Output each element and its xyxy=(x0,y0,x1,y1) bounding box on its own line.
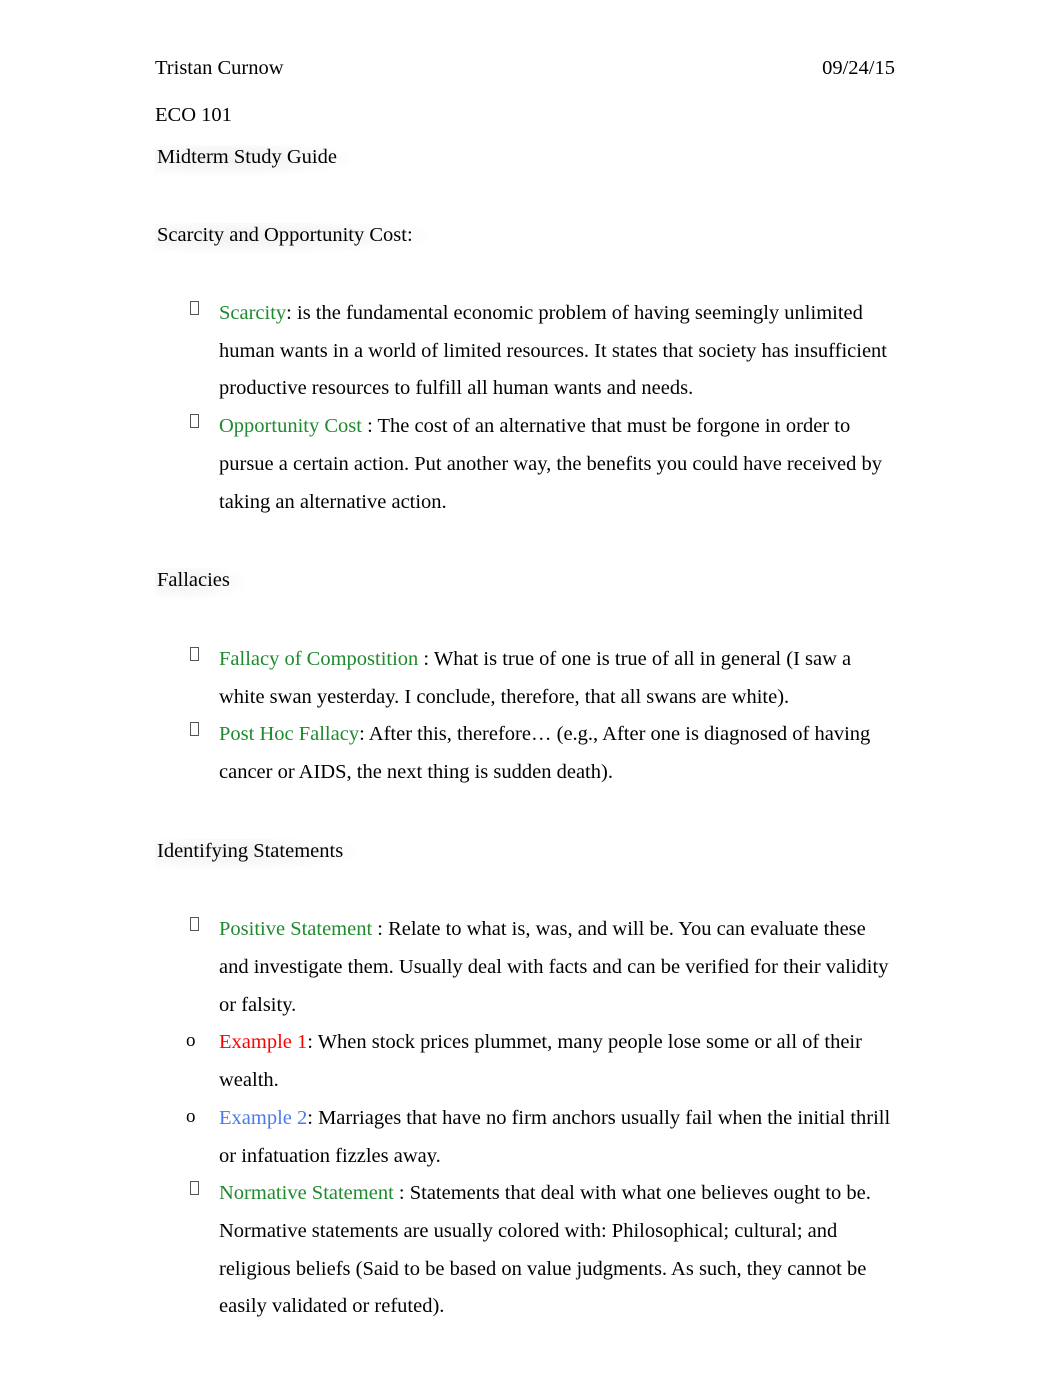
example-definition: : Marriages that have no firm anchors us… xyxy=(219,1106,891,1167)
definition-term: Normative Statement xyxy=(219,1182,399,1205)
list-item: Scarcity: is the fundamental economic pr… xyxy=(155,295,895,408)
course-code: ECO 101 xyxy=(155,103,232,126)
example-definition: : When stock prices plummet, many people… xyxy=(219,1031,862,1092)
missing-glyph-box-icon xyxy=(190,917,199,932)
definition-definition: : is the fundamental economic problem of… xyxy=(219,302,887,400)
missing-glyph-box-icon xyxy=(190,646,199,661)
document-subtitle: Midterm Study Guide xyxy=(155,145,351,176)
sub-list-item: o Example 2: Marriages that have no firm … xyxy=(155,1100,895,1175)
missing-glyph-box-icon xyxy=(190,1181,199,1196)
definition-term: Scarcity xyxy=(219,302,287,324)
section-heading-text: Scarcity and Opportunity Cost: xyxy=(155,222,427,253)
definition-term: Opportunity Cost xyxy=(219,415,368,438)
list-item: Opportunity Cost : The cost of an altern… xyxy=(155,408,895,521)
bullet-marker-icon xyxy=(190,911,199,939)
document-subtitle-line: Midterm Study Guide xyxy=(155,145,895,176)
author-name: Tristan Curnow xyxy=(155,57,284,79)
section-heading-text: Identifying Statements xyxy=(155,838,358,870)
course-code-line: ECO 101 xyxy=(155,103,895,126)
sub-bullet-marker: o xyxy=(186,1030,196,1052)
bullet-list: Positive Statement : Relate to what is, … xyxy=(155,911,895,1326)
bullet-marker-icon xyxy=(190,641,199,669)
missing-glyph-box-icon xyxy=(190,722,199,737)
bullet-list: Scarcity: is the fundamental economic pr… xyxy=(155,295,895,521)
missing-glyph-box-icon xyxy=(190,414,199,429)
sub-list-item: o Example 1: When stock prices plummet, m… xyxy=(155,1024,895,1099)
bullet-marker-icon xyxy=(190,716,199,744)
example-term: Example 1 xyxy=(219,1031,308,1054)
section-heading: Identifying Statements xyxy=(155,838,895,870)
definition-term: Post Hoc Fallacy xyxy=(219,723,360,746)
list-item: Fallacy of Compostition : What is true o… xyxy=(155,641,895,716)
document-date: 09/24/15 xyxy=(822,57,895,79)
document-body: Tristan Curnow 09/24/15 ECO 101 Midterm … xyxy=(155,58,895,1326)
section-heading-text: Fallacies xyxy=(155,568,244,599)
section-heading: Fallacies xyxy=(155,568,895,599)
bullet-marker-icon xyxy=(190,295,199,323)
bullet-marker-icon xyxy=(190,408,199,436)
bullet-marker-icon xyxy=(190,1175,199,1203)
definition-term: Positive Statement xyxy=(219,918,378,941)
bullet-list: Fallacy of Compostition : What is true o… xyxy=(155,641,895,792)
list-item: Positive Statement : Relate to what is, … xyxy=(155,911,895,1024)
missing-glyph-box-icon xyxy=(190,301,199,315)
document-page: Tristan Curnow 09/24/15 ECO 101 Midterm … xyxy=(0,0,1062,1377)
sub-bullet-list: o Example 1: When stock prices plummet, m… xyxy=(155,1024,895,1175)
example-term: Example 2 xyxy=(219,1106,308,1129)
list-item: Post Hoc Fallacy: After this, therefore…… xyxy=(155,716,895,791)
sub-bullet-marker: o xyxy=(186,1105,196,1127)
section-heading: Scarcity and Opportunity Cost: xyxy=(155,222,895,253)
list-item: Normative Statement : Statements that de… xyxy=(155,1175,895,1326)
sections-container: Scarcity and Opportunity Cost: Scarcity: … xyxy=(155,222,895,1327)
document-header: Tristan Curnow 09/24/15 xyxy=(155,58,895,79)
nested-list-wrapper: o Example 1: When stock prices plummet, m… xyxy=(155,1024,895,1175)
definition-term: Fallacy of Compostition xyxy=(219,647,424,670)
